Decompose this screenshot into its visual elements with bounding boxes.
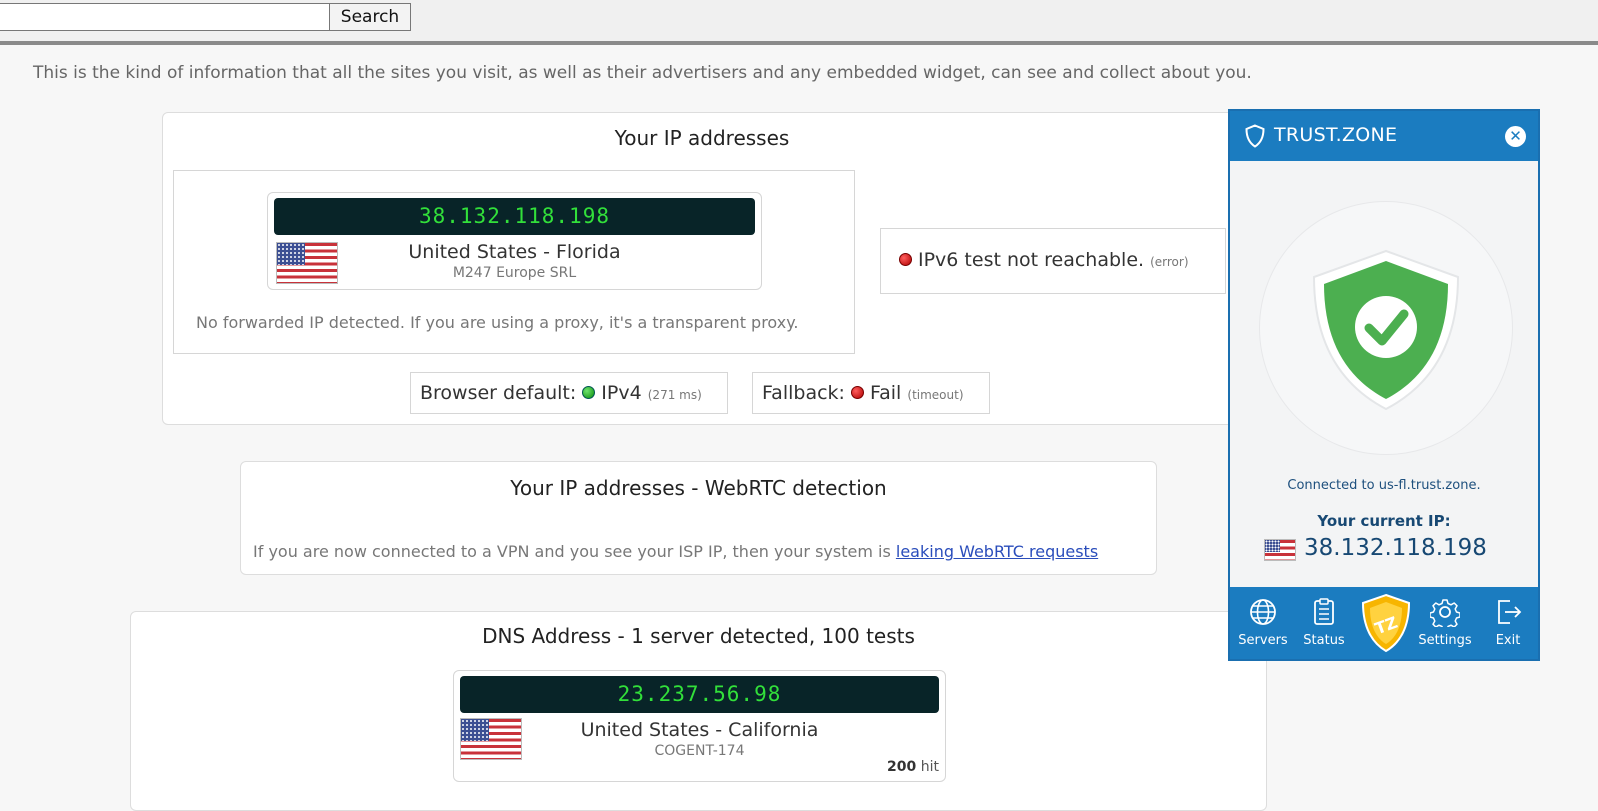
- ipv4-address: 38.132.118.198: [274, 198, 755, 235]
- browser-default-pill: Browser default: IPv4 (271 ms): [410, 372, 728, 414]
- dns-hits-label: hit: [920, 759, 939, 775]
- ip-panel-title: Your IP addresses: [614, 126, 790, 150]
- globe-icon: [1250, 599, 1276, 625]
- webrtc-note-text: If you are now connected to a VPN and yo…: [253, 542, 891, 561]
- ipv4-box: 38.132.118.198 United States - Florida M…: [173, 170, 855, 354]
- dns-card: 23.237.56.98 United States - California …: [453, 670, 946, 782]
- forwarded-ip-note: No forwarded IP detected. If you are usi…: [196, 313, 799, 332]
- nav-exit-label: Exit: [1495, 633, 1521, 648]
- dns-hits: 200 hit: [887, 759, 939, 775]
- status-red-dot-icon: [899, 253, 912, 266]
- nav-exit[interactable]: Exit: [1480, 587, 1536, 659]
- top-bar: Search: [0, 0, 1598, 45]
- trustzone-logo-icon: TZ: [1361, 593, 1411, 653]
- ipv6-text: IPv6 test not reachable.: [918, 249, 1145, 271]
- trustzone-brand: TRUST.ZONE: [1274, 124, 1398, 146]
- ipv6-status: (error): [1150, 255, 1189, 269]
- fallback-time: (timeout): [907, 388, 964, 402]
- dns-isp: COGENT-174: [654, 743, 745, 759]
- current-ip-label: Your current IP:: [1317, 512, 1451, 530]
- close-icon[interactable]: ✕: [1505, 126, 1526, 147]
- us-flag-icon: [1264, 539, 1296, 561]
- dns-location: United States - California: [580, 719, 819, 741]
- status-red-dot-icon: [850, 386, 864, 399]
- connected-text: Connected to us-fl.trust.zone.: [1287, 478, 1481, 493]
- nav-settings-label: Settings: [1418, 633, 1472, 648]
- trustzone-widget: TRUST.ZONE ✕ Connected to us-fl.trust.zo…: [1228, 109, 1540, 661]
- ipv6-box: IPv6 test not reachable. (error): [880, 228, 1226, 294]
- ipv4-card: 38.132.118.198 United States - Florida M…: [267, 192, 762, 290]
- ip-addresses-panel: Your IP addresses 38.132.118.198 United …: [162, 112, 1242, 425]
- trustzone-nav-bar: Servers Status TZ Settings Exit: [1230, 587, 1538, 659]
- nav-status-label: Status: [1303, 633, 1345, 648]
- browser-default-value: IPv4: [601, 382, 642, 404]
- dns-panel-title: DNS Address - 1 server detected, 100 tes…: [482, 624, 915, 648]
- nav-settings[interactable]: Settings: [1414, 587, 1476, 659]
- search-button[interactable]: Search: [329, 3, 411, 31]
- webrtc-leak-link[interactable]: leaking WebRTC requests: [896, 542, 1098, 561]
- gear-icon: [1430, 599, 1460, 627]
- trustzone-logo-button[interactable]: TZ: [1358, 587, 1414, 659]
- ipv4-isp: M247 Europe SRL: [452, 265, 577, 281]
- webrtc-note: If you are now connected to a VPN and yo…: [253, 542, 1098, 561]
- fallback-label: Fallback:: [762, 382, 845, 404]
- search-input[interactable]: [0, 3, 330, 31]
- nav-status[interactable]: Status: [1296, 587, 1352, 659]
- trustzone-header: TRUST.ZONE ✕: [1230, 111, 1538, 161]
- fallback-value: Fail: [869, 382, 902, 404]
- browser-default-time: (271 ms): [647, 388, 702, 402]
- shield-icon: [1245, 124, 1265, 148]
- intro-text: This is the kind of information that all…: [33, 63, 1252, 83]
- nav-servers-label: Servers: [1238, 633, 1288, 648]
- browser-default-label: Browser default:: [420, 382, 577, 404]
- dns-address: 23.237.56.98: [460, 676, 939, 713]
- ipv4-location: United States - Florida: [408, 241, 621, 263]
- dns-panel: DNS Address - 1 server detected, 100 tes…: [130, 611, 1267, 811]
- clipboard-icon: [1314, 598, 1334, 625]
- fallback-pill: Fallback: Fail (timeout): [752, 372, 990, 414]
- status-green-dot-icon: [582, 386, 596, 399]
- nav-servers[interactable]: Servers: [1234, 587, 1292, 659]
- exit-icon: [1498, 600, 1522, 624]
- protected-shield-icon: [1312, 249, 1460, 411]
- webrtc-panel: Your IP addresses - WebRTC detection If …: [240, 461, 1157, 575]
- current-ip-value: 38.132.118.198: [1304, 535, 1487, 561]
- dns-hits-count: 200: [887, 759, 917, 775]
- webrtc-panel-title: Your IP addresses - WebRTC detection: [510, 476, 887, 500]
